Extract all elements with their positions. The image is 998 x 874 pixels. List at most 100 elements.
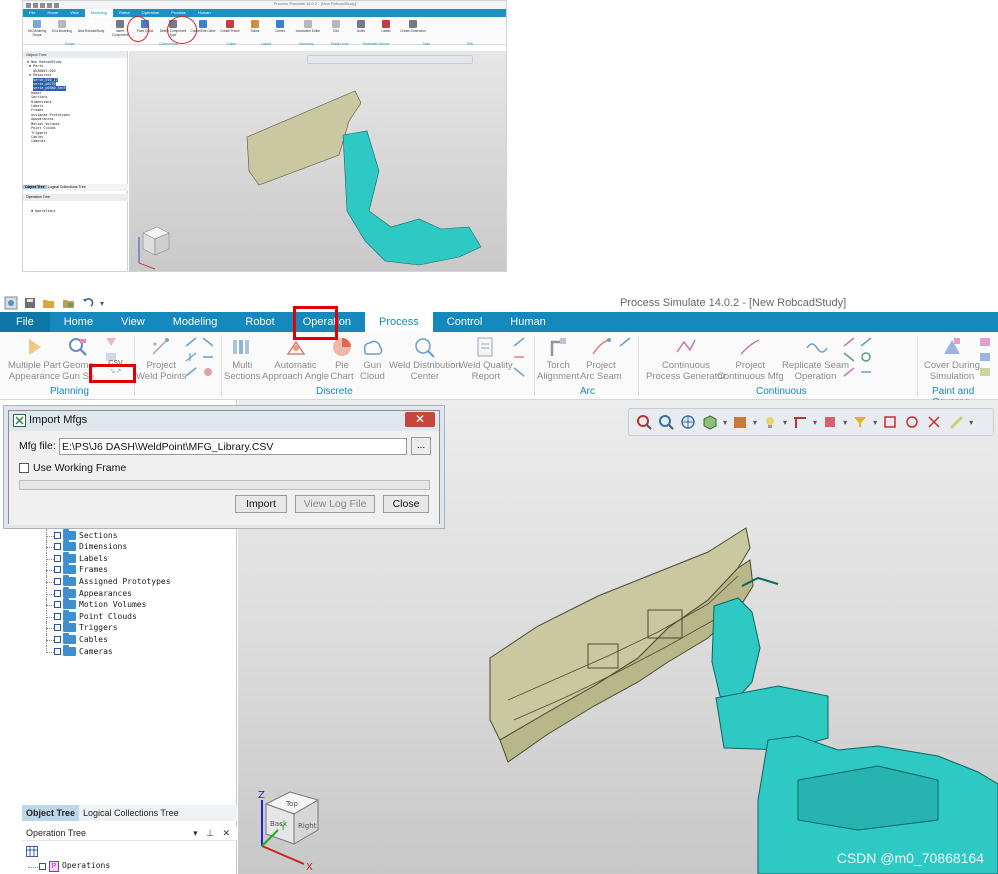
seam-tool-icon[interactable] — [859, 366, 873, 378]
thumb-tab-view[interactable]: View — [64, 9, 85, 17]
planning-tool-icon[interactable] — [104, 336, 118, 348]
open-study-icon[interactable] — [62, 297, 76, 309]
visibility-checkbox[interactable] — [54, 577, 61, 585]
project-weld-points-button[interactable]: Project Weld Points — [136, 336, 187, 382]
pie-chart-button[interactable]: Pie Chart — [330, 336, 354, 382]
open-folder-icon[interactable] — [42, 297, 56, 309]
visibility-checkbox[interactable] — [54, 554, 61, 562]
weld-quality-report-button[interactable]: Weld Quality Report — [459, 336, 513, 382]
visibility-checkbox[interactable] — [54, 543, 61, 551]
tab-control[interactable]: Control — [433, 312, 496, 332]
view-log-file-button[interactable]: View Log File — [295, 495, 375, 513]
thumb-btn-edit[interactable]: Edit — [325, 20, 347, 33]
weld-tool-icon[interactable] — [512, 366, 526, 378]
tree-item-assigned-prototypes[interactable]: Assigned Prototypes — [20, 574, 237, 588]
visibility-checkbox[interactable] — [54, 624, 61, 632]
tab-process[interactable]: Process — [365, 312, 433, 332]
operation-tree-root-icon[interactable] — [26, 846, 38, 857]
thumb-tab-human[interactable]: Human — [192, 9, 217, 17]
weld-tool-icon[interactable] — [512, 351, 526, 363]
weld-tool-icon[interactable] — [184, 351, 198, 363]
replicate-seam-operation-button[interactable]: Replicate Seam Operation — [782, 336, 849, 382]
thumb-operations-item[interactable]: ⊞ Operations — [31, 209, 56, 213]
paint-tool-icon[interactable] — [978, 336, 992, 348]
visibility-checkbox[interactable] — [54, 612, 61, 620]
weld-tool-icon[interactable] — [201, 336, 215, 348]
weld-tool-icon[interactable] — [201, 366, 215, 378]
use-working-frame-checkbox[interactable] — [19, 463, 29, 473]
tree-item-labels[interactable]: Labels — [20, 551, 237, 565]
tree-item-operations[interactable]: P Operations — [20, 861, 237, 873]
project-arc-seam-button[interactable]: Project Arc Seam — [580, 336, 622, 382]
weld-tool-icon[interactable] — [201, 351, 215, 363]
thumb-tab-home[interactable]: Home — [41, 9, 64, 17]
qat-dropdown-icon[interactable]: ▾ — [100, 299, 104, 308]
browse-button[interactable]: ... — [411, 437, 431, 455]
thumb-tab-logical-collections[interactable]: Logical Collections Tree — [48, 185, 86, 189]
thumb-tab-object-tree[interactable]: Object Tree — [23, 185, 47, 189]
dialog-title-bar[interactable]: Import Mfgs ✕ — [9, 411, 439, 431]
tab-human[interactable]: Human — [496, 312, 559, 332]
tab-home[interactable]: Home — [50, 312, 107, 332]
tree-item-sections[interactable]: Sections — [20, 528, 237, 542]
gun-cloud-button[interactable]: Gun Cloud — [360, 336, 385, 382]
multi-sections-button[interactable]: Multi Sections — [224, 336, 260, 382]
tab-robot[interactable]: Robot — [231, 312, 288, 332]
thumb-btn-annotation-editor[interactable]: Annotation Editor — [294, 20, 322, 33]
continuous-process-generator-button[interactable]: Continuous Process Generator — [646, 336, 726, 382]
pane-controls[interactable]: ▾ ⊥ ✕ — [193, 828, 233, 839]
project-continuous-mfg-button[interactable]: Project Continuous Mfg — [717, 336, 784, 382]
visibility-checkbox[interactable] — [39, 863, 46, 870]
dialog-close-x-button[interactable]: ✕ — [405, 412, 435, 427]
weld-tool-icon[interactable] — [184, 336, 198, 348]
tree-item-point-clouds[interactable]: Point Clouds — [20, 609, 237, 623]
seam-tool-icon[interactable] — [842, 351, 856, 363]
seam-tool-icon[interactable] — [842, 366, 856, 378]
tree-item-triggers[interactable]: Triggers — [20, 621, 237, 634]
save-icon[interactable] — [24, 297, 36, 309]
thumb-btn-new-robcadstudy[interactable]: New RobcadStudy — [76, 20, 106, 33]
arc-tool-icon[interactable] — [618, 336, 632, 348]
paint-tool-icon[interactable] — [978, 351, 992, 363]
torch-alignment-button[interactable]: Torch Alignment — [537, 336, 579, 382]
tree-item-appearances[interactable]: Appearances — [20, 586, 237, 600]
cover-during-simulation-button[interactable]: Cover During Simulation — [924, 336, 980, 382]
seam-tool-icon[interactable] — [842, 336, 856, 348]
thumb-btn-notes[interactable]: Notes — [350, 20, 372, 33]
navigation-cube[interactable]: Top Back Right — [264, 791, 320, 845]
visibility-checkbox[interactable] — [54, 647, 61, 655]
import-button[interactable]: Import — [235, 495, 287, 513]
visibility-checkbox[interactable] — [54, 635, 61, 643]
thumb-btn-set-modeling-scope[interactable]: Set Modeling Scope — [26, 20, 48, 37]
thumb-btn-end-modeling[interactable]: End Modeling — [51, 20, 73, 33]
tree-item-motion-volumes[interactable]: Motion Volumes — [20, 598, 237, 611]
weld-distribution-center-button[interactable]: Weld Distribution Center — [389, 336, 461, 382]
thumb-btn-curves[interactable]: Curves — [269, 20, 291, 33]
thumb-btn-solids[interactable]: Solids — [244, 20, 266, 33]
undo-icon[interactable] — [82, 297, 94, 309]
thumb-tab-file[interactable]: File — [23, 9, 41, 17]
thumb-btn-create-dimension[interactable]: Create Dimension — [400, 20, 426, 33]
mfg-file-input[interactable] — [59, 438, 407, 455]
robot-weld-gun[interactable] — [711, 576, 998, 874]
tree-item-cameras[interactable]: Cameras — [20, 644, 237, 658]
tab-view[interactable]: View — [107, 312, 159, 332]
thumb-nav-cube[interactable] — [138, 226, 170, 270]
thumb-3d-viewport[interactable] — [129, 51, 506, 271]
thumb-btn-labels[interactable]: Labels — [375, 20, 397, 33]
thumb-tab-modeling[interactable]: Modeling — [84, 9, 113, 17]
seam-tool-icon[interactable] — [859, 351, 873, 363]
automatic-approach-angle-button[interactable]: Automatic Approach Angle — [262, 336, 329, 382]
visibility-checkbox[interactable] — [54, 601, 61, 609]
close-button[interactable]: Close — [383, 495, 429, 513]
tree-item-cables[interactable]: Cables — [20, 632, 237, 646]
paint-tool-icon[interactable] — [978, 366, 992, 378]
visibility-checkbox[interactable] — [54, 566, 61, 574]
thumb-tab-robot[interactable]: Robot — [113, 9, 136, 17]
tab-logical-collections-tree[interactable]: Logical Collections Tree — [79, 805, 183, 821]
multiple-part-appearance-button[interactable]: Multiple Part Appearance — [8, 336, 61, 382]
tab-file[interactable]: File — [0, 312, 50, 332]
weld-tool-icon[interactable] — [512, 336, 526, 348]
thumb-tree-item[interactable]: Cameras — [27, 139, 127, 143]
weld-tool-icon[interactable] — [184, 366, 198, 378]
